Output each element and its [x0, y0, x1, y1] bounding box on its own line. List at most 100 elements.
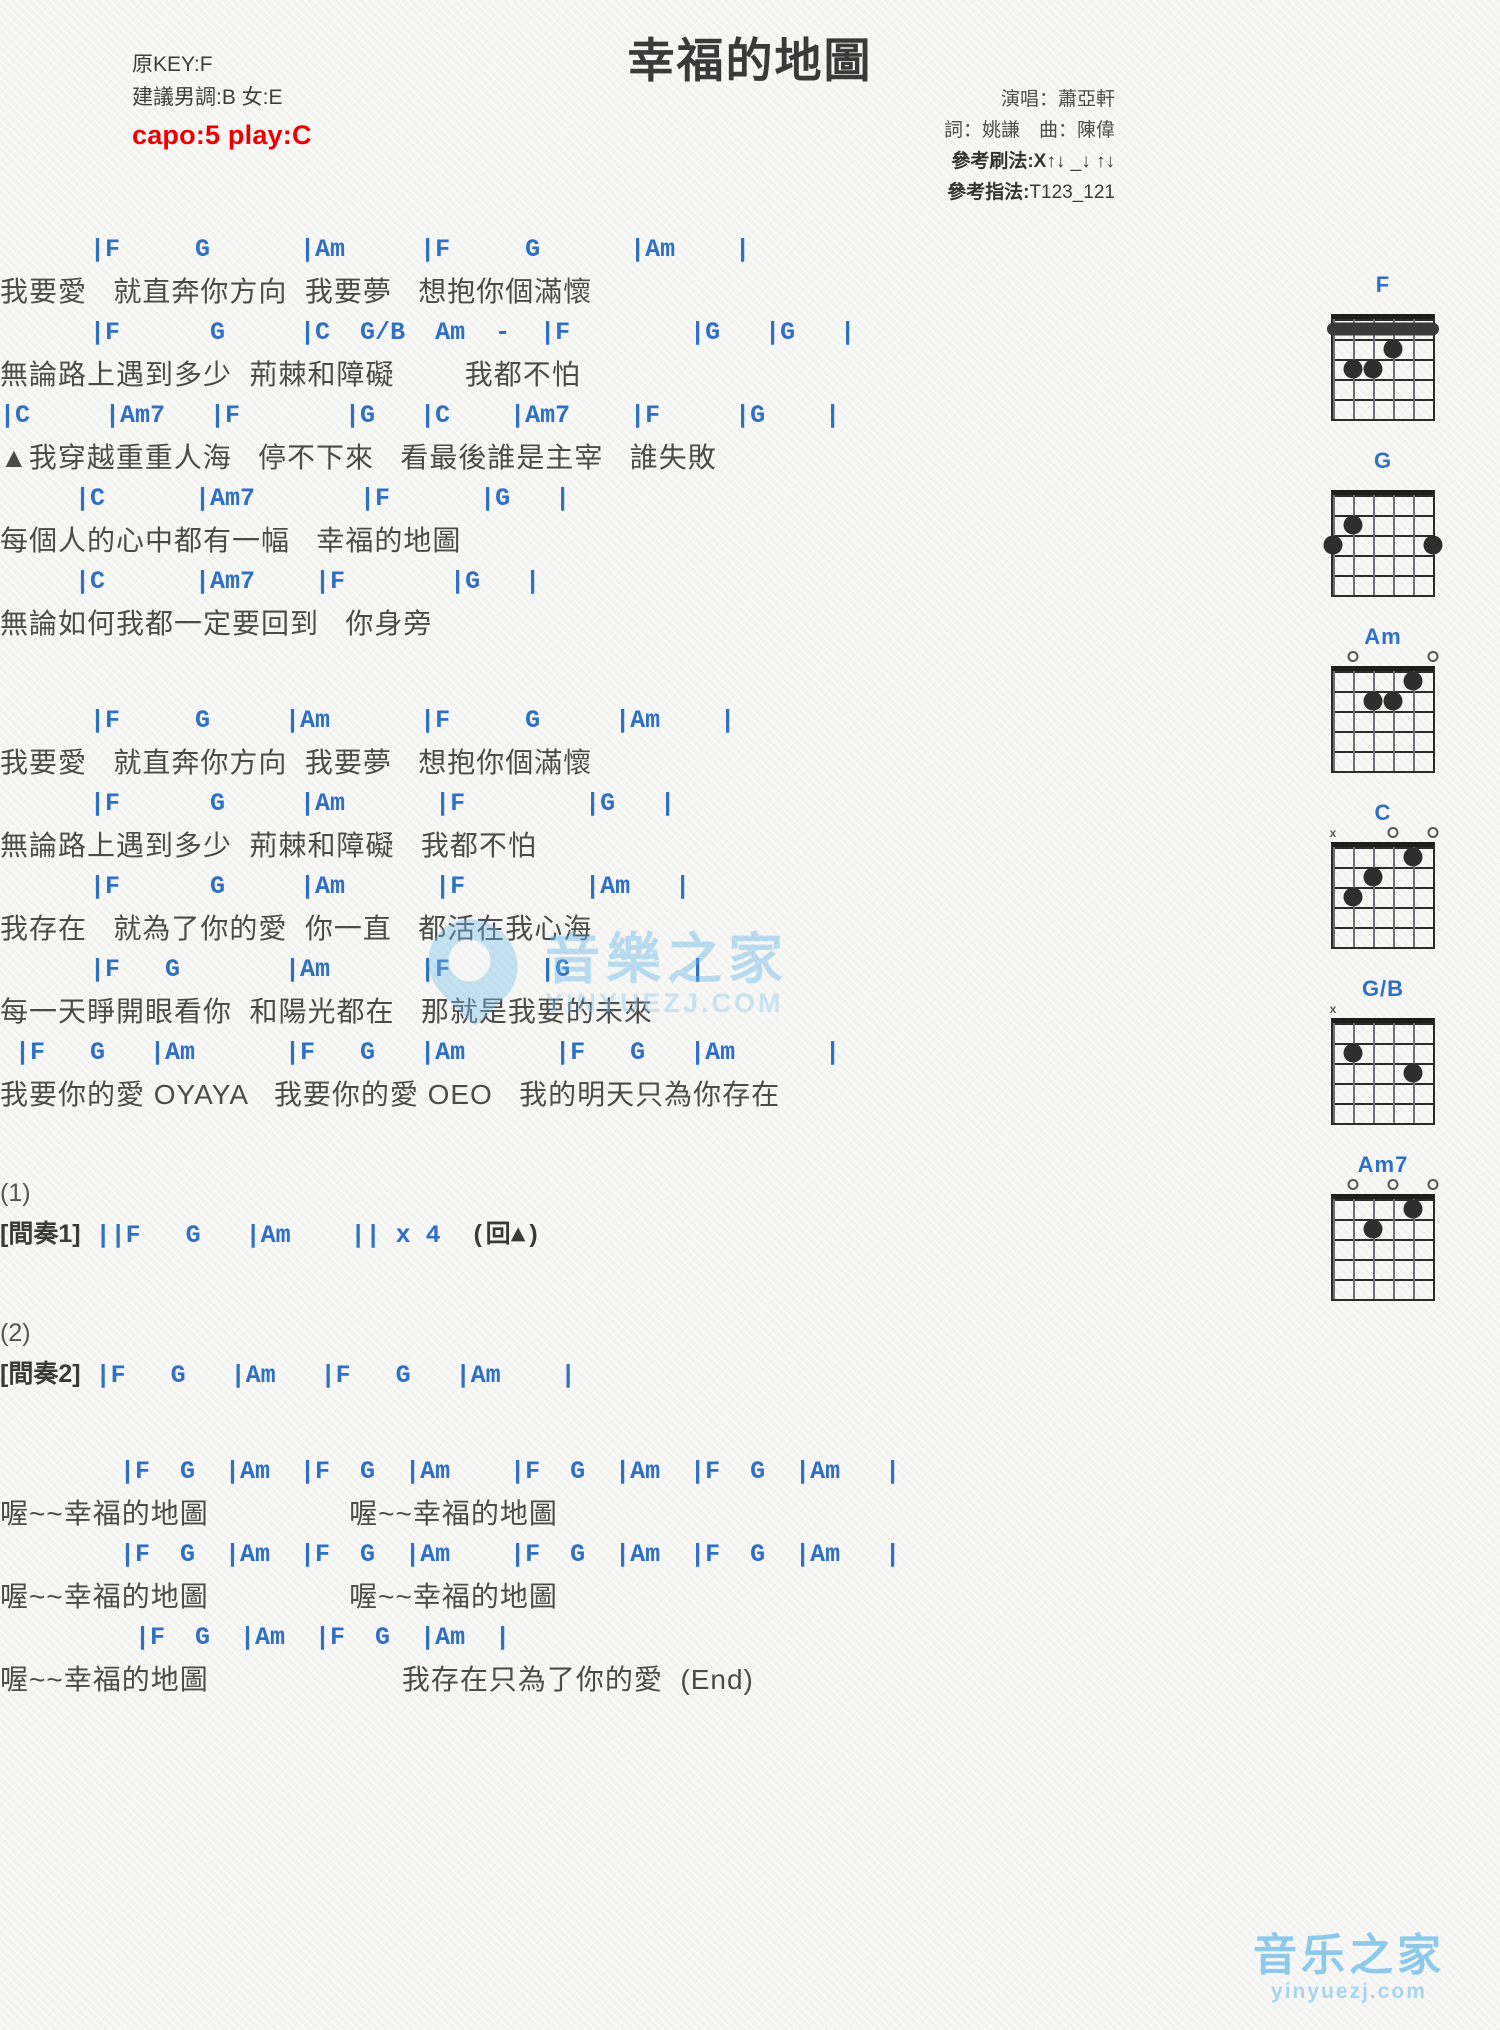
singer: 演唱：蕭亞軒 — [1000, 89, 1115, 110]
chord-diagram-g-b: G/B x — [1288, 976, 1478, 1126]
chord-diagram-grid — [1327, 298, 1439, 421]
finger-dot — [1363, 691, 1383, 711]
chord-diagram-label: G — [1373, 448, 1393, 473]
fretboard — [1331, 1194, 1435, 1301]
muted-string-icon: x — [1329, 1002, 1337, 1016]
open-string-icon — [1427, 827, 1439, 838]
interlude-2-label: [間奏2] — [0, 1360, 81, 1388]
open-string-icon — [1347, 1179, 1359, 1190]
lyric-line: 每一天睜開眼看你 和陽光都在 那就是我要的未來 — [0, 996, 653, 1027]
interlude-2-number: (2) — [0, 1319, 31, 1347]
finger-dot — [1343, 359, 1363, 379]
finger-dot — [1363, 359, 1383, 379]
finger-dot — [1403, 671, 1423, 691]
open-string-icon — [1427, 651, 1439, 662]
fretboard — [1323, 490, 1443, 597]
section-chorus-1: |C |Am7 |F |G |C |Am7 |F |G | ▲我穿越重重人海 停… — [0, 398, 1330, 647]
string-markers — [1327, 1178, 1439, 1194]
chord-line: |F G |Am |F G |Am |F G |Am |F G |Am | — [0, 1457, 901, 1486]
chord-line: |F G |Am |F |Am | — [0, 872, 691, 901]
chord-diagram-grid — [1327, 1178, 1439, 1301]
lyric-line: 喔~~幸福的地圖 喔~~幸福的地圖 — [0, 1498, 558, 1529]
lyric-line: 我存在 就為了你的愛 你一直 都活在我心海 — [0, 913, 593, 944]
chord-line: |F G |Am |F G |Am |F G |Am | — [0, 1038, 841, 1067]
interlude-1-number: (1) — [0, 1179, 31, 1207]
finger-dot — [1383, 691, 1403, 711]
chord-line: |F G |C G/B Am - |F |G |G | — [0, 318, 856, 347]
chord-diagram-grid: x — [1327, 1002, 1439, 1125]
chord-line: |C |Am7 |F |G |C |Am7 |F |G | — [0, 401, 841, 430]
chord-diagram-am: Am — [1288, 624, 1478, 774]
watermark-bottom-text: 音乐之家 — [1253, 1931, 1445, 1980]
fretboard — [1327, 314, 1439, 421]
fretboard — [1331, 1018, 1435, 1125]
interlude-1-row: [間奏1] ||F G |Am || x 4 (回▲) — [0, 1212, 1330, 1258]
chord-diagram-label: F — [1375, 272, 1391, 297]
lyric-line: 無論如何我都一定要回到 你身旁 — [0, 608, 433, 639]
chord-diagram-label: C — [1374, 800, 1392, 825]
chord-line: |F G |Am |F G |Am | — [0, 706, 736, 735]
chord-diagram-label: Am — [1364, 624, 1402, 649]
muted-string-icon: x — [1329, 826, 1337, 840]
string-markers — [1327, 650, 1439, 666]
page-title: 幸福的地圖 — [627, 34, 873, 87]
chord-line: |F G |Am |F |G | — [0, 955, 706, 984]
finger-dot — [1323, 535, 1343, 555]
chord-diagram-am7: Am7 — [1288, 1152, 1478, 1302]
chord-line: |C |Am7 |F |G | — [0, 567, 541, 596]
chord-diagram-label: Am7 — [1357, 1152, 1409, 1177]
open-string-icon — [1387, 1179, 1399, 1190]
lyric-line: 無論路上遇到多少 荊棘和障礙 我都不怕 — [0, 359, 581, 390]
chord-line: |F G |Am |F G |Am |F G |Am |F G |Am | — [0, 1540, 901, 1569]
finger-dot — [1383, 339, 1403, 359]
string-markers: x — [1327, 826, 1439, 842]
string-markers: x — [1327, 1002, 1439, 1018]
chord-line: |F G |Am |F |G | — [0, 789, 676, 818]
lyric-line: 我要愛 就直奔你方向 我要夢 想抱你個滿懷 — [0, 276, 593, 307]
chord-diagram-column: F G Am Cx G/B x Am7 — [1288, 272, 1478, 1328]
section-interlude-1: (1) [間奏1] ||F G |Am || x 4 (回▲) — [0, 1174, 1330, 1258]
finger-dot — [1363, 867, 1383, 887]
lyricist-composer: 詞：姚謙 曲：陳偉 — [943, 120, 1115, 141]
finger-dot — [1343, 1043, 1363, 1063]
chord-diagram-grid — [1323, 474, 1443, 597]
section-interlude-2: (2) [間奏2] |F G |Am |F G |Am | — [0, 1314, 1330, 1398]
lyric-line: 喔~~幸福的地圖 我存在只為了你的愛 (End) — [0, 1664, 754, 1695]
interlude-2-row: [間奏2] |F G |Am |F G |Am | — [0, 1352, 1330, 1398]
strum-pattern: ↑↓ _↓ ↑↓ — [1046, 151, 1115, 172]
interlude-2-chords: |F G |Am |F G |Am | — [95, 1361, 576, 1390]
finger-dot — [1363, 1219, 1383, 1239]
string-markers — [1327, 298, 1439, 314]
chord-diagram-f: F — [1288, 272, 1478, 422]
chord-line: |F G |Am |F G |Am | — [0, 235, 751, 264]
picking-pattern: T123_121 — [1029, 182, 1115, 203]
fretboard — [1331, 842, 1435, 949]
chord-sheet-body: |F G |Am |F G |Am | 我要愛 就直奔你方向 我要夢 想抱你個滿… — [0, 232, 1330, 1703]
chord-diagram-c: Cx — [1288, 800, 1478, 950]
open-string-icon — [1427, 1179, 1439, 1190]
watermark-bottom: 音乐之家 yinyuezj.com — [1253, 1932, 1445, 2004]
watermark-bottom-subtext: yinyuezj.com — [1271, 1980, 1427, 2003]
credits-block: 演唱：蕭亞軒 詞：姚謙 曲：陳偉 參考刷法:X↑↓ _↓ ↑↓ 參考指法:T12… — [944, 84, 1115, 208]
lyric-line: 我要愛 就直奔你方向 我要夢 想抱你個滿懷 — [0, 747, 593, 778]
open-string-icon — [1347, 651, 1359, 662]
section-outro: |F G |Am |F G |Am |F G |Am |F G |Am | 喔~… — [0, 1454, 1330, 1703]
finger-dot — [1423, 535, 1443, 555]
finger-dot — [1403, 1199, 1423, 1219]
interlude-1-chords: ||F G |Am || x 4 — [95, 1221, 441, 1250]
finger-dot — [1343, 515, 1363, 535]
strum-pattern-row: 參考刷法:X↑↓ _↓ ↑↓ — [944, 146, 1115, 177]
chord-diagram-grid: x — [1327, 826, 1439, 949]
chord-diagram-label: G/B — [1361, 976, 1405, 1001]
chord-diagram-g: G — [1288, 448, 1478, 598]
lyric-line: 無論路上遇到多少 荊棘和障礙 我都不怕 — [0, 830, 537, 861]
finger-dot — [1343, 887, 1363, 907]
lyric-line: 喔~~幸福的地圖 喔~~幸福的地圖 — [0, 1581, 558, 1612]
chord-line: |C |Am7 |F |G | — [0, 484, 571, 513]
chord-diagram-grid — [1327, 650, 1439, 773]
strum-label: 參考刷法:X — [951, 151, 1047, 172]
